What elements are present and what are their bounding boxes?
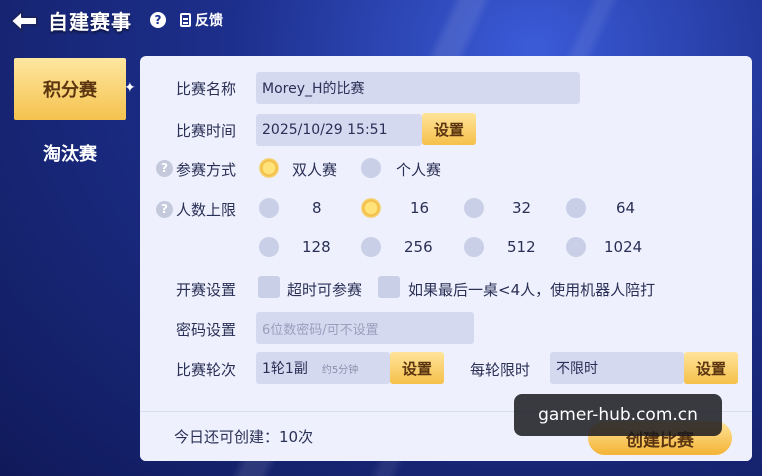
max-players-label: 人数上限 (176, 201, 237, 219)
round-limit-label: 每轮限时 (470, 361, 531, 379)
help-icon[interactable]: ? (150, 12, 166, 28)
back-button[interactable] (6, 6, 42, 36)
radio-512[interactable] (464, 237, 484, 257)
checkbox-robot-fill-label: 如果最后一桌<4人，使用机器人陪打 (408, 281, 656, 299)
feedback-label: 反馈 (195, 13, 223, 29)
rounds-value-field: 1轮1副 约5分钟 (256, 352, 390, 384)
radio-128-label: 128 (302, 238, 331, 256)
match-time-label: 比赛时间 (176, 122, 237, 140)
feedback-button[interactable]: 反馈 (180, 10, 223, 30)
round-limit-value: 不限时 (550, 352, 684, 384)
checkbox-robot-fill[interactable] (378, 276, 400, 298)
page-title: 自建赛事 (48, 10, 132, 34)
match-name-input[interactable]: Morey_H的比赛 (256, 72, 580, 104)
radio-64-label: 64 (616, 199, 636, 217)
checkbox-late-join[interactable] (258, 276, 280, 298)
radio-128[interactable] (259, 237, 279, 257)
radio-256[interactable] (361, 237, 381, 257)
rounds-hint: 约5分钟 (321, 364, 359, 376)
radio-512-label: 512 (507, 238, 536, 256)
radio-1024-label: 1024 (604, 238, 643, 256)
rounds-set-button[interactable]: 设置 (390, 352, 444, 384)
checkbox-late-join-label: 超时可参赛 (287, 281, 363, 299)
radio-32-label: 32 (512, 199, 532, 217)
mode-label: 参赛方式 (176, 161, 237, 179)
radio-8[interactable] (259, 198, 279, 218)
rounds-label: 比赛轮次 (176, 361, 237, 379)
back-arrow-icon (10, 10, 38, 32)
radio-32[interactable] (464, 198, 484, 218)
max-players-help-icon[interactable]: ? (156, 201, 173, 218)
tab-points-match[interactable]: 积分赛 (14, 58, 126, 120)
radio-16[interactable] (361, 198, 381, 218)
start-settings-label: 开赛设置 (176, 281, 237, 299)
watermark: gamer-hub.com.cn (514, 394, 722, 436)
mode-help-icon[interactable]: ? (156, 160, 173, 177)
radio-solo[interactable] (361, 158, 381, 178)
daily-quota-text: 今日还可创建：10次 (174, 428, 314, 446)
radio-solo-label: 个人赛 (396, 161, 442, 179)
feedback-icon (180, 13, 191, 27)
radio-8-label: 8 (312, 199, 322, 217)
radio-64[interactable] (566, 198, 586, 218)
password-label: 密码设置 (176, 321, 237, 339)
rounds-value: 1轮1副 (262, 361, 308, 377)
radio-duo[interactable] (259, 158, 279, 178)
radio-16-label: 16 (410, 199, 430, 217)
sparkle-icon: ✦ (124, 80, 136, 96)
tab-knockout-match[interactable]: 淘汰赛 (14, 122, 126, 184)
radio-256-label: 256 (404, 238, 433, 256)
radio-1024[interactable] (566, 237, 586, 257)
match-name-label: 比赛名称 (176, 80, 237, 98)
password-input[interactable]: 6位数密码/可不设置 (256, 312, 474, 344)
match-time-set-button[interactable]: 设置 (422, 113, 476, 145)
round-limit-set-button[interactable]: 设置 (684, 352, 738, 384)
radio-duo-label: 双人赛 (292, 161, 338, 179)
top-bar: 自建赛事 ? 反馈 (0, 0, 762, 44)
match-time-value: 2025/10/29 15:51 (256, 114, 422, 146)
